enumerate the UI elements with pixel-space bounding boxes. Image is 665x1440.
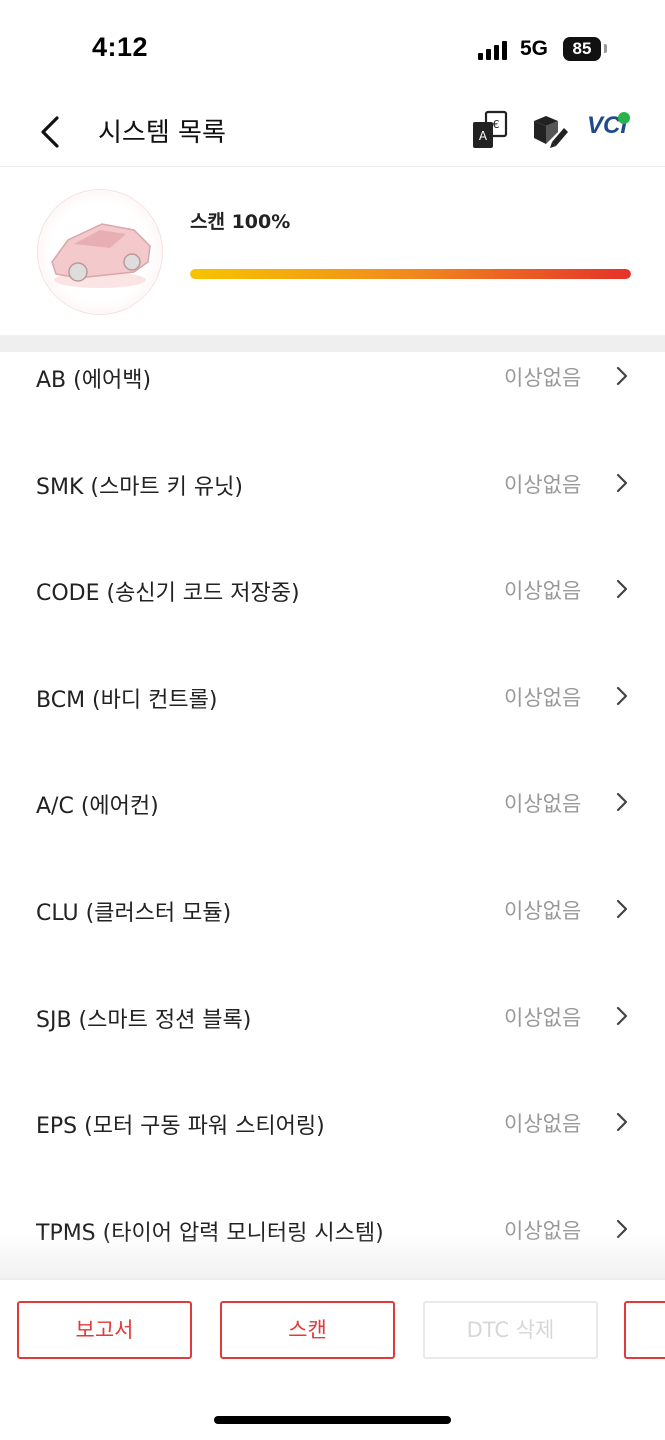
bottom-action-bar: 보고서 스캔 DTC 삭제 bbox=[0, 1280, 665, 1440]
scan-button[interactable]: 스캔 bbox=[220, 1301, 395, 1359]
system-status: 이상없음 bbox=[504, 472, 582, 497]
system-status: 이상없음 bbox=[504, 1112, 582, 1137]
signal-icon bbox=[478, 40, 508, 60]
box-edit-icon bbox=[534, 116, 568, 148]
system-name: A/C (에어컨) bbox=[36, 794, 159, 820]
system-name: CODE (송신기 코드 저장중) bbox=[36, 581, 300, 607]
list-item[interactable]: CODE (송신기 코드 저장중) 이상없음 bbox=[0, 565, 665, 672]
system-name: SJB (스마트 정션 블록) bbox=[36, 1007, 252, 1033]
system-name: BCM (바디 컨트롤) bbox=[36, 687, 218, 713]
car-illustration bbox=[37, 189, 163, 315]
system-name: EPS (모터 구동 파워 스티어링) bbox=[36, 1114, 325, 1140]
chevron-right-icon bbox=[616, 1113, 628, 1132]
chevron-right-icon bbox=[616, 580, 628, 599]
chevron-right-icon bbox=[616, 686, 628, 705]
box-edit-button[interactable] bbox=[528, 108, 572, 152]
chevron-right-icon bbox=[616, 899, 628, 919]
report-button[interactable]: 보고서 bbox=[17, 1301, 192, 1359]
system-status: 이상없음 bbox=[504, 792, 582, 817]
system-status: 이상없음 bbox=[504, 898, 582, 923]
page-title: 시스템 목록 bbox=[98, 118, 226, 148]
list-scroll-fade bbox=[0, 1232, 665, 1280]
system-name: AB (에어백) bbox=[36, 368, 152, 393]
system-status: 이상없음 bbox=[504, 685, 582, 710]
home-indicator bbox=[214, 1416, 451, 1424]
chevron-right-icon bbox=[616, 366, 628, 386]
back-button[interactable] bbox=[30, 110, 74, 154]
network-type: 5G bbox=[520, 37, 549, 60]
svg-text:A: A bbox=[479, 129, 488, 143]
status-bar: 4:12 5G 85 bbox=[0, 0, 665, 100]
system-status: 이상없음 bbox=[504, 579, 582, 604]
back-chevron-icon bbox=[41, 116, 59, 148]
scan-status-panel: 스캔 100% bbox=[0, 167, 665, 335]
chevron-right-icon bbox=[616, 473, 628, 492]
list-item[interactable]: CLU (클러스터 모듈) 이상없음 bbox=[0, 885, 665, 992]
system-status: 이상없음 bbox=[504, 366, 582, 390]
list-item[interactable]: BCM (바디 컨트롤) 이상없음 bbox=[0, 672, 665, 779]
translate-button[interactable]: € A bbox=[469, 108, 513, 152]
battery-cap bbox=[604, 44, 607, 53]
chevron-right-icon bbox=[616, 1006, 628, 1025]
scan-progress-label: 스캔 100% bbox=[190, 211, 291, 233]
system-status: 이상없음 bbox=[504, 1005, 582, 1030]
system-name: CLU (클러스터 모듈) bbox=[36, 900, 232, 926]
car-icon bbox=[51, 223, 151, 288]
next-action-button[interactable] bbox=[624, 1301, 665, 1359]
list-item[interactable]: EPS (모터 구동 파워 스티어링) 이상없음 bbox=[0, 1098, 665, 1205]
translate-icon: € A bbox=[473, 110, 508, 148]
scan-progress-fill bbox=[190, 269, 631, 279]
list-item[interactable]: AB (에어백) 이상없음 bbox=[0, 352, 665, 459]
scan-progress-bar bbox=[190, 269, 631, 279]
list-item[interactable]: A/C (에어컨) 이상없음 bbox=[0, 778, 665, 885]
list-item[interactable]: SJB (스마트 정션 블록) 이상없음 bbox=[0, 992, 665, 1099]
system-name: SMK (스마트 키 유닛) bbox=[36, 474, 243, 500]
status-time: 4:12 bbox=[92, 32, 149, 62]
list-item[interactable]: SMK (스마트 키 유닛) 이상없음 bbox=[0, 459, 665, 566]
chevron-right-icon bbox=[616, 793, 628, 812]
system-list: AB (에어백) 이상없음 SMK (스마트 키 유닛) 이상없음 CODE (… bbox=[0, 352, 665, 1311]
section-divider bbox=[0, 335, 665, 352]
clear-dtc-button[interactable]: DTC 삭제 bbox=[423, 1301, 598, 1359]
svg-text:€: € bbox=[493, 118, 500, 131]
battery-icon: 85 bbox=[563, 37, 601, 61]
header: 시스템 목록 € A VCI bbox=[0, 100, 665, 167]
vci-connection-icon bbox=[618, 112, 630, 124]
